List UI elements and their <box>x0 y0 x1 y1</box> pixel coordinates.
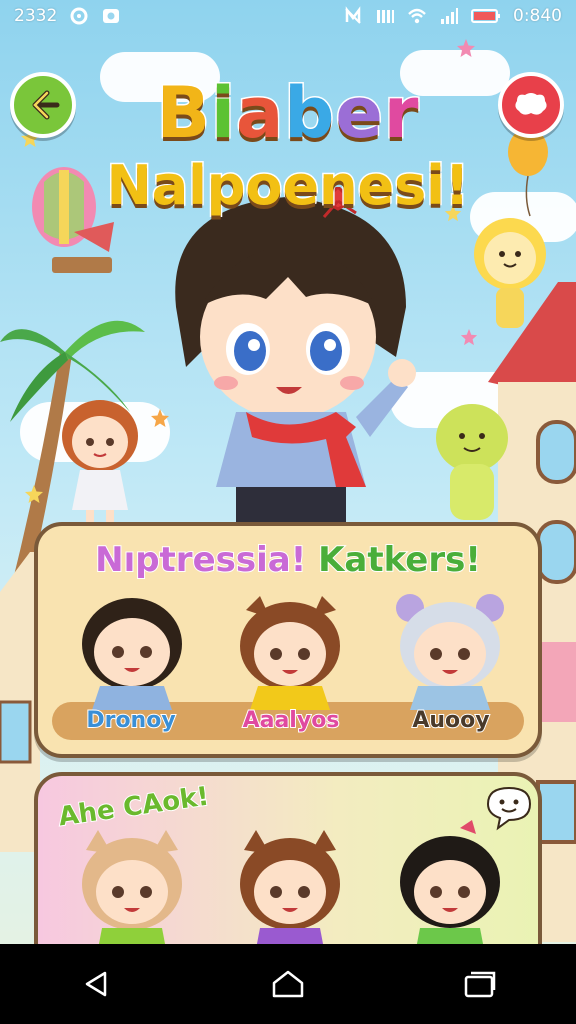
character-portrait <box>82 598 182 710</box>
title-letter: r <box>382 71 420 156</box>
title-letter: a <box>234 71 285 156</box>
battery-icon <box>471 9 500 23</box>
sync-icon <box>70 7 88 25</box>
character-name-1: Dronoy <box>85 707 176 734</box>
photo-icon <box>103 9 120 23</box>
chat-bubble-icon <box>515 93 547 115</box>
character-card-2[interactable] <box>226 590 356 710</box>
signal-bars-icon <box>377 10 394 23</box>
green-mascot-icon <box>436 404 508 520</box>
system-nav-bar <box>0 944 576 1024</box>
status-time-left: 2332 <box>14 6 58 26</box>
sun-mascot-icon <box>474 218 546 328</box>
cell-signal-icon <box>441 8 458 24</box>
character-name-2: Aaalyos <box>242 707 341 734</box>
sticker-panel: Ahe CAok! <box>34 772 542 944</box>
status-time-right: 0:840 <box>513 6 562 26</box>
status-right: 0:840 <box>343 6 562 26</box>
character-portrait <box>240 596 340 710</box>
arrow-left-icon <box>32 90 60 120</box>
side-character-girl <box>62 400 138 522</box>
nav-home-icon <box>272 970 304 998</box>
title-letter: b <box>283 71 336 156</box>
mute-icon <box>345 6 361 24</box>
panel-title-part2: Katkers! <box>317 539 482 581</box>
game-title-line1: Biaber <box>60 71 516 156</box>
sticker-character-1[interactable] <box>68 820 198 944</box>
nav-back-button[interactable] <box>76 964 116 1004</box>
character-card-1[interactable] <box>68 590 198 710</box>
title-letter: i <box>209 71 236 156</box>
title-letter: e <box>334 71 385 156</box>
game-scene: Biaber Nalpoenesi! Nıptressia! Katkers! <box>0 32 576 944</box>
nav-recents-button[interactable] <box>460 964 500 1004</box>
wifi-icon <box>408 8 426 24</box>
character-card-3[interactable] <box>386 590 516 710</box>
game-title-line2: Nalpoenesi! <box>105 153 471 219</box>
character-portrait <box>400 820 500 944</box>
character-portrait <box>396 594 504 710</box>
character-name-3: Auooy <box>411 707 490 734</box>
character-portrait <box>82 830 182 944</box>
sticker-character-2[interactable] <box>226 820 356 944</box>
nav-home-button[interactable] <box>268 964 308 1004</box>
character-portrait <box>240 830 340 944</box>
character-select-panel: Nıptressia! Katkers! Dronoy Aaalyos Auoo… <box>34 522 542 758</box>
sticker-character-3[interactable] <box>386 820 516 944</box>
panel-title: Nıptressia! Katkers! <box>38 539 538 581</box>
star-icon <box>460 328 478 346</box>
nav-back-icon <box>85 971 107 997</box>
hero-character <box>175 187 416 527</box>
status-left: 2332 <box>14 6 121 26</box>
star-icon <box>457 39 475 57</box>
title-letter: B <box>155 71 211 156</box>
status-bar: 2332 0:840 <box>0 0 576 32</box>
panel-title-part1: Nıptressia! <box>94 539 307 581</box>
star-icon <box>25 485 43 503</box>
nav-recents-icon <box>464 971 496 998</box>
